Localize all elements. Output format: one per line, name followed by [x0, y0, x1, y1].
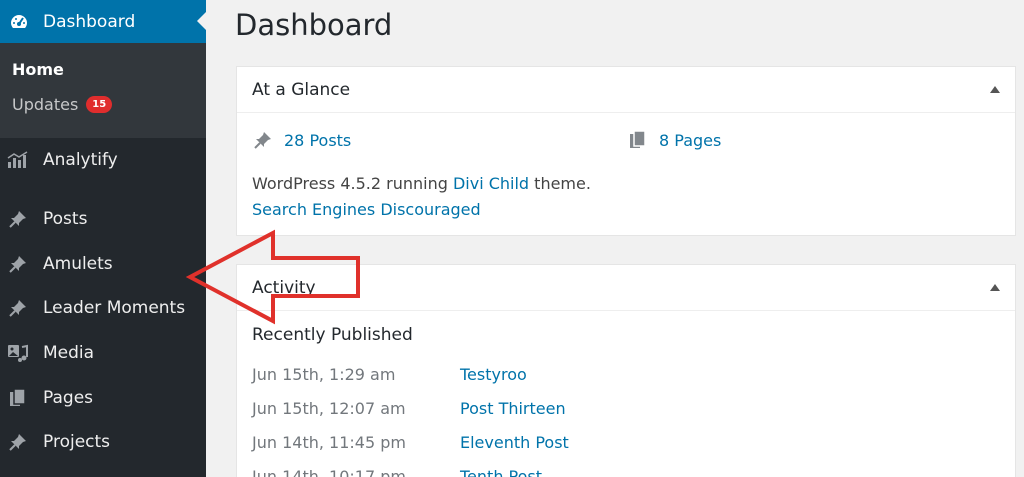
pin-icon [252, 129, 274, 151]
dashboard-icon [11, 14, 27, 28]
pin-icon [7, 208, 29, 230]
page-title: Dashboard [235, 8, 393, 42]
pages-count-label: 8 Pages [659, 130, 722, 150]
menu-label-dashboard: Dashboard [43, 11, 136, 32]
admin-sidebar: Dashboard Home Updates 15 Analytify Post… [0, 0, 206, 477]
post-title-link[interactable]: Testyroo [460, 365, 527, 384]
menu-label-pages: Pages [43, 388, 94, 408]
pin-icon [7, 297, 29, 319]
submenu-updates-label: Updates [12, 95, 79, 114]
menu-label-media: Media [43, 343, 95, 363]
activity-row: Jun 14th, 11:45 pm Eleventh Post [252, 433, 952, 455]
submenu-updates[interactable]: Updates 15 [12, 95, 113, 114]
dashboard-submenu: Home Updates 15 [0, 43, 206, 138]
menu-item-projects[interactable]: Projects [0, 422, 206, 462]
post-date: Jun 14th, 10:17 pm [252, 467, 406, 477]
glance-counts: 28 Posts 8 Pages [252, 129, 992, 151]
menu-item-leader-moments[interactable]: Leader Moments [0, 288, 206, 328]
post-title-link[interactable]: Eleventh Post [460, 433, 569, 452]
activity-row: Jun 15th, 12:07 am Post Thirteen [252, 399, 952, 421]
pages-icon [7, 387, 29, 409]
analytics-icon [7, 149, 29, 171]
menu-item-amulets[interactable]: Amulets [0, 244, 206, 284]
menu-label-amulets: Amulets [43, 254, 113, 274]
posts-count-link[interactable]: 28 Posts [252, 129, 351, 151]
media-icon [7, 342, 29, 364]
collapse-toggle-icon[interactable] [990, 284, 1000, 291]
pin-icon [7, 253, 29, 275]
updates-count-badge: 15 [86, 96, 113, 113]
wp-version-text: WordPress 4.5.2 running [252, 174, 453, 193]
post-date: Jun 15th, 1:29 am [252, 365, 396, 384]
pages-count-link[interactable]: 8 Pages [627, 129, 721, 151]
menu-label-leader-moments: Leader Moments [43, 298, 186, 318]
menu-label-posts: Posts [43, 209, 88, 229]
pages-icon [627, 129, 649, 151]
post-title-link[interactable]: Tenth Post [460, 467, 542, 477]
panel-header: At a Glance [237, 67, 1015, 113]
post-title-link[interactable]: Post Thirteen [460, 399, 566, 418]
posts-count-label: 28 Posts [284, 130, 352, 150]
pin-icon [7, 431, 29, 453]
collapse-toggle-icon[interactable] [990, 86, 1000, 93]
menu-item-posts[interactable]: Posts [0, 199, 206, 239]
submenu-home[interactable]: Home [12, 60, 64, 79]
menu-item-dashboard[interactable]: Dashboard [0, 0, 206, 43]
wordpress-version-info: WordPress 4.5.2 running Divi Child theme… [252, 174, 591, 193]
panel-title: At a Glance [252, 79, 351, 100]
at-a-glance-panel: At a Glance 28 Posts 8 Pages WordPress 4… [236, 66, 1016, 236]
post-date: Jun 15th, 12:07 am [252, 399, 406, 418]
menu-item-analytify[interactable]: Analytify [0, 140, 206, 180]
post-date: Jun 14th, 11:45 pm [252, 433, 406, 452]
activity-row: Jun 14th, 10:17 pm Tenth Post [252, 467, 952, 477]
menu-label-projects: Projects [43, 432, 111, 452]
menu-item-media[interactable]: Media [0, 333, 206, 373]
annotation-arrow [185, 229, 360, 325]
search-engines-discouraged-link[interactable]: Search Engines Discouraged [252, 200, 481, 219]
theme-link[interactable]: Divi Child [453, 174, 529, 193]
activity-row: Jun 15th, 1:29 am Testyroo [252, 365, 952, 387]
recently-published-heading: Recently Published [252, 325, 413, 345]
active-indicator [197, 12, 206, 30]
menu-label-analytify: Analytify [43, 150, 118, 170]
wp-suffix-text: theme. [529, 174, 591, 193]
menu-item-pages[interactable]: Pages [0, 378, 206, 418]
